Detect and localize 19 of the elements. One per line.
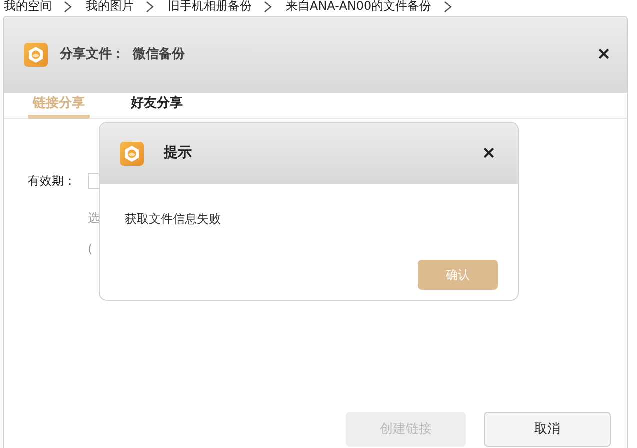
chevron-icon [64, 1, 72, 13]
breadcrumb-item[interactable]: 我的图片 [86, 0, 134, 13]
logo-icon [24, 43, 48, 67]
tab[interactable]: 好友分享 [126, 93, 188, 119]
hint-text: ( [88, 241, 93, 258]
file-name: 微信备份 [133, 46, 185, 64]
chevron-icon [444, 1, 452, 13]
dialog-button[interactable]: 取消 [484, 412, 611, 447]
chevron-icon [146, 1, 154, 13]
logo-icon [120, 142, 144, 166]
alert-title: 提示 [164, 144, 192, 163]
hint-text: 选 [88, 210, 100, 227]
dialog-title: 分享文件： [60, 46, 125, 64]
alert-message: 获取文件信息失败 [125, 211, 222, 228]
breadcrumb-item[interactable]: 我的空间 [4, 0, 52, 13]
expiry-label: 有效期： [28, 173, 77, 190]
breadcrumb-item[interactable]: 来自ANA-AN00的文件备份 [286, 0, 432, 13]
chevron-icon [264, 1, 272, 13]
breadcrumb-item[interactable]: 旧手机相册备份 [168, 0, 252, 13]
